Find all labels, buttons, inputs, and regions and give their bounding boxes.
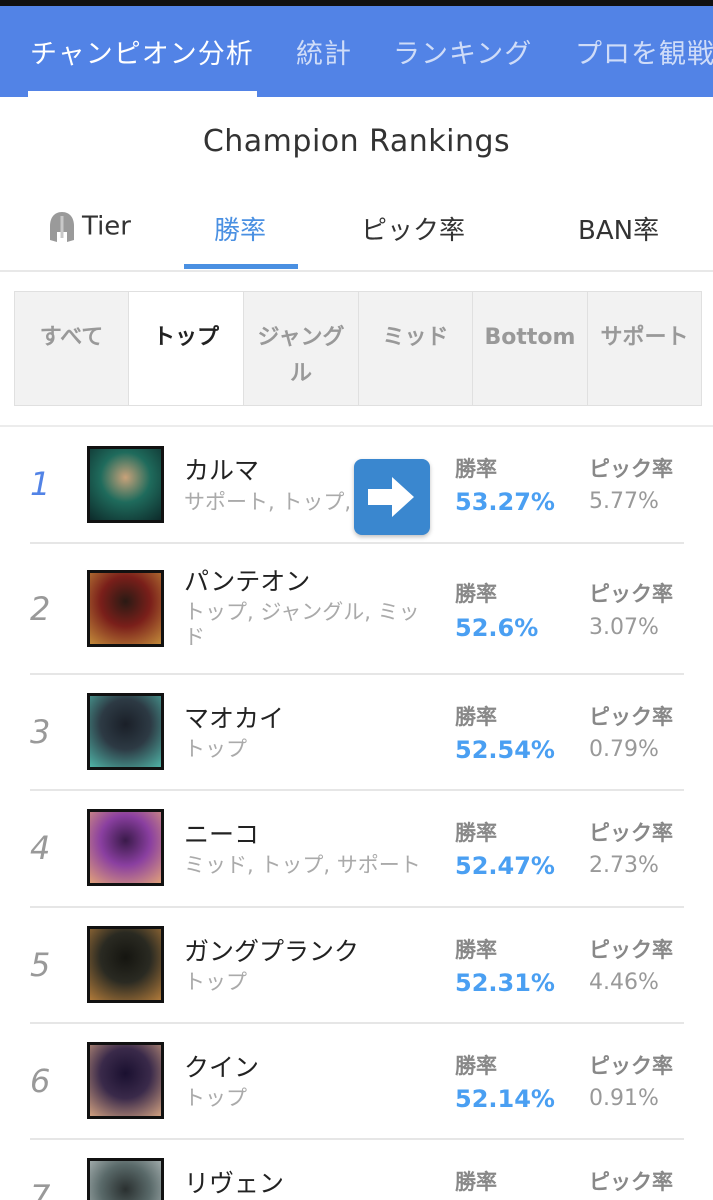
pickrate-label: ピック率 <box>589 705 673 729</box>
page-title: Champion Rankings <box>202 124 511 159</box>
rank-number: 3 <box>30 713 51 751</box>
tab-active-indicator <box>184 264 298 269</box>
champion-row[interactable]: 5 ガングプランク トップ 勝率 52.31% ピック率 4.46% <box>30 908 684 1024</box>
pickrate-value: 0.79% <box>589 737 659 762</box>
tab-banrate[interactable]: BAN率 <box>578 210 659 247</box>
champion-name: クイン <box>184 1053 260 1082</box>
helmet-icon <box>50 212 74 242</box>
tab-pickrate[interactable]: ピック率 <box>361 210 465 247</box>
rank-number: 5 <box>30 946 51 984</box>
role-filter-label: Bottom <box>484 325 576 350</box>
role-filter-label: サポート <box>600 325 689 350</box>
pickrate-value: 0.91% <box>589 1086 659 1111</box>
rank-number: 7 <box>30 1178 51 1200</box>
champion-portrait <box>87 926 164 1003</box>
winrate-value: 52.14% <box>455 1085 555 1113</box>
winrate-value: 52.31% <box>455 969 555 997</box>
champion-roles: ミッド, トップ, サポート <box>184 853 421 877</box>
nav-item-watch-pro[interactable]: プロを観戦 <box>575 32 713 71</box>
winrate-value: 52.54% <box>455 736 555 764</box>
champion-row[interactable]: 4 ニーコ ミッド, トップ, サポート 勝率 52.47% ピック率 2.73… <box>30 791 684 908</box>
winrate-label: 勝率 <box>455 582 497 606</box>
winrate-label: 勝率 <box>455 1170 497 1194</box>
winrate-label: 勝率 <box>455 705 497 729</box>
champion-row[interactable]: 3 マオカイ トップ 勝率 52.54% ピック率 0.79% <box>30 675 684 791</box>
rank-number: 1 <box>30 465 51 503</box>
role-filter-label: ミッド <box>382 325 449 350</box>
champion-roles: トップ <box>184 970 247 994</box>
top-nav: チャンピオン分析 統計 ランキング プロを観戦 <box>0 6 713 97</box>
winrate-label: 勝率 <box>455 1054 497 1078</box>
role-filter-support[interactable]: サポート <box>588 292 701 405</box>
role-filter-label: すべて <box>39 325 104 350</box>
champion-portrait <box>87 809 164 886</box>
tab-tier-label: Tier <box>82 211 131 242</box>
champion-name: マオカイ <box>184 704 285 733</box>
pickrate-label: ピック率 <box>589 1170 673 1194</box>
role-filter: すべて トップ ジャング ル ミッド Bottom サポート <box>14 291 702 406</box>
nav-item-stats[interactable]: 統計 <box>296 32 352 71</box>
pickrate-label: ピック率 <box>589 938 673 962</box>
arrow-right-button[interactable] <box>354 459 430 535</box>
rank-number: 2 <box>30 590 51 628</box>
role-filter-jungle[interactable]: ジャング ル <box>244 292 359 405</box>
champion-row[interactable]: 7 リヴェン 勝率 ピック率 <box>30 1140 684 1200</box>
champion-portrait <box>87 693 164 770</box>
pickrate-label: ピック率 <box>589 582 673 606</box>
pickrate-label: ピック率 <box>589 821 673 845</box>
arrow-right-icon <box>368 477 414 517</box>
nav-active-indicator <box>28 91 257 97</box>
champion-row[interactable]: 2 パンテオン トップ, ジャングル, ミッド 勝率 52.6% ピック率 3.… <box>30 544 684 675</box>
pickrate-value: 3.07% <box>589 615 659 640</box>
role-filter-label: トップ <box>152 325 219 350</box>
champion-name: リヴェン <box>184 1169 285 1198</box>
champion-portrait <box>87 1158 164 1200</box>
rank-number: 4 <box>30 829 51 867</box>
champion-portrait <box>87 446 164 523</box>
pickrate-value: 2.73% <box>589 853 659 878</box>
champion-roles: トップ <box>184 737 247 761</box>
nav-item-champion-analysis[interactable]: チャンピオン分析 <box>30 32 254 71</box>
winrate-value: 52.47% <box>455 852 555 880</box>
champion-roles: トップ <box>184 1086 247 1110</box>
winrate-value: 53.27% <box>455 488 555 516</box>
champion-row[interactable]: 6 クイン トップ 勝率 52.14% ピック率 0.91% <box>30 1024 684 1140</box>
pickrate-value: 4.46% <box>589 970 659 995</box>
tab-winrate[interactable]: 勝率 <box>214 210 266 247</box>
tab-tier[interactable]: Tier <box>48 210 131 244</box>
winrate-label: 勝率 <box>455 938 497 962</box>
winrate-value: 52.6% <box>455 614 539 642</box>
champion-name: パンテオン <box>184 567 311 596</box>
stat-tabs: Tier 勝率 ピック率 BAN率 <box>0 190 713 272</box>
winrate-label: 勝率 <box>455 457 497 481</box>
pickrate-value: 5.77% <box>589 489 659 514</box>
champion-name: ガングプランク <box>184 937 360 966</box>
role-filter-label: ジャング ル <box>257 325 345 386</box>
nav-item-ranking[interactable]: ランキング <box>393 32 532 71</box>
pickrate-label: ピック率 <box>589 1054 673 1078</box>
champion-name: ニーコ <box>184 820 260 849</box>
pickrate-label: ピック率 <box>589 457 673 481</box>
champion-portrait <box>87 570 164 647</box>
winrate-label: 勝率 <box>455 821 497 845</box>
role-filter-all[interactable]: すべて <box>15 292 129 405</box>
champion-portrait <box>87 1042 164 1119</box>
role-filter-mid[interactable]: ミッド <box>359 292 473 405</box>
role-filter-top[interactable]: トップ <box>129 292 244 405</box>
champion-roles: トップ, ジャングル, ミッド <box>184 600 420 649</box>
rank-number: 6 <box>30 1062 51 1100</box>
role-filter-bottom[interactable]: Bottom <box>473 292 588 405</box>
champion-name: カルマ <box>184 456 260 485</box>
